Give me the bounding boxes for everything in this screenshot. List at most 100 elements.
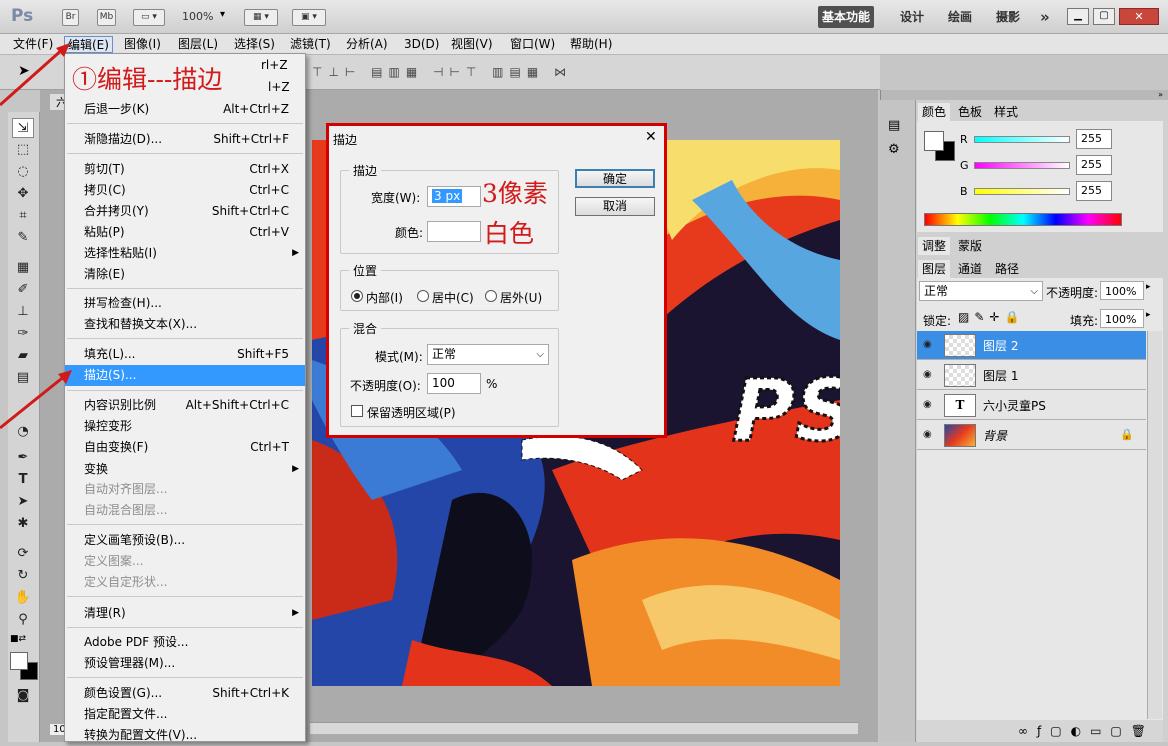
quick-mask-icon[interactable]: ◙ [12, 686, 34, 706]
annotation-width-note: 3像素 [482, 179, 548, 208]
r-value[interactable]: 255 [1076, 129, 1112, 149]
hand-tool-icon[interactable]: ✋ [12, 588, 34, 608]
3d-orbit-tool-icon[interactable]: ↻ [12, 566, 34, 586]
opacity-arrow-icon[interactable]: ▸ [1146, 282, 1151, 292]
close-window-button[interactable]: ✕ [1119, 8, 1159, 25]
arrange-documents-button[interactable]: ▦ ▾ [244, 9, 278, 26]
tab-layers[interactable]: 图层 [918, 260, 951, 278]
outside-radio[interactable] [485, 290, 497, 302]
type-tool-icon[interactable]: T [12, 470, 34, 490]
tab-channels[interactable]: 通道 [954, 260, 986, 278]
layer-opacity-input[interactable]: 100% [1100, 281, 1144, 300]
visibility-eye-icon[interactable]: ◉ [923, 430, 935, 440]
horizontal-scrollbar[interactable] [310, 722, 858, 734]
r-slider[interactable] [974, 136, 1070, 143]
layers-footer-icons[interactable]: ∞ƒ▢◐▭▢🗑 [917, 720, 1163, 742]
inside-label[interactable]: 内部(I) [366, 289, 403, 306]
properties-panel-icon[interactable]: ⚙ [888, 142, 900, 157]
ok-button[interactable]: 确定 [575, 169, 655, 188]
zoom-tool-icon[interactable]: ⚲ [12, 610, 34, 630]
center-label[interactable]: 居中(C) [432, 289, 474, 306]
menu-separator [67, 524, 303, 525]
menu-convert-profile[interactable]: 转换为配置文件(V)... [65, 725, 305, 746]
menu-view[interactable]: 视图(V) [448, 36, 496, 53]
dialog-close-icon[interactable]: ✕ [645, 129, 657, 145]
menu-layer[interactable]: 图层(L) [175, 36, 221, 53]
menu-analysis[interactable]: 分析(A) [343, 36, 391, 53]
opacity-input[interactable]: 100 [427, 373, 481, 394]
item-label: 定义画笔预设(B)... [84, 533, 186, 547]
zoom-dropdown-icon[interactable]: ▾ [220, 9, 225, 20]
menu-purge[interactable]: 清理(R) ▶ [65, 603, 305, 624]
menu-help[interactable]: 帮助(H) [567, 36, 615, 53]
tab-adjustments[interactable]: 调整 [918, 237, 951, 255]
submenu-arrow-icon: ▶ [292, 248, 299, 258]
default-colors-icon[interactable]: ■⇄ [10, 634, 26, 644]
layer-row-layer1[interactable]: ◉ 图层 1 [917, 361, 1146, 390]
menu-free-transform[interactable]: 自由变换(F) Ctrl+T [65, 437, 305, 458]
width-input[interactable]: 3 px [427, 186, 481, 207]
menu-assign-profile[interactable]: 指定配置文件... [65, 704, 305, 725]
panel-collapse-bar[interactable]: » [881, 90, 1168, 100]
tab-masks[interactable]: 蒙版 [954, 237, 986, 255]
layer-row-background[interactable]: ◉ 背景 🔒 [917, 421, 1146, 450]
menu-3d[interactable]: 3D(D) [401, 36, 442, 53]
minimize-button[interactable]: ▁ [1067, 8, 1089, 25]
more-workspaces-icon[interactable]: » [1036, 6, 1054, 28]
menu-image[interactable]: 图像(I) [121, 36, 164, 53]
pen-tool-icon[interactable]: ✒ [12, 448, 34, 468]
history-panel-icon[interactable]: ▤ [888, 118, 900, 133]
workspace-painting[interactable]: 绘画 [944, 6, 976, 28]
blend-mode-select[interactable]: 正常 ⌵ [919, 281, 1043, 301]
cancel-button[interactable]: 取消 [575, 197, 655, 216]
preserve-transparency-checkbox[interactable] [351, 405, 363, 417]
workspace-essentials[interactable]: 基本功能 [818, 6, 875, 28]
outside-label[interactable]: 居外(U) [500, 289, 542, 306]
menu-transform[interactable]: 变换 ▶ [65, 459, 305, 480]
menu-window[interactable]: 窗口(W) [507, 36, 558, 53]
color-fg-swatch[interactable] [924, 131, 944, 151]
shape-tool-icon[interactable]: ✱ [12, 514, 34, 534]
view-extras-button[interactable]: ▭ ▾ [133, 9, 165, 26]
layer-row-text[interactable]: ◉ T 六小灵童PS [917, 391, 1146, 420]
menu-filter[interactable]: 滤镜(T) [287, 36, 334, 53]
color-spectrum-bar[interactable] [924, 213, 1122, 226]
tab-swatches[interactable]: 色板 [954, 103, 986, 121]
layers-scrollbar[interactable] [1147, 331, 1162, 719]
g-slider[interactable] [974, 162, 1070, 169]
b-value[interactable]: 255 [1076, 181, 1112, 201]
tab-styles[interactable]: 样式 [990, 103, 1022, 121]
zoom-level[interactable]: 100% [182, 10, 213, 23]
opacity-unit: % [486, 377, 498, 391]
align-icons[interactable]: ⊤⊥⊢ ▤▥▦ ⊣⊢⊤ ▥▤▦ ⋈ [312, 65, 572, 79]
restore-button[interactable]: ▢ [1093, 8, 1115, 25]
visibility-eye-icon[interactable]: ◉ [923, 400, 935, 410]
menu-define-brush[interactable]: 定义画笔预设(B)... [65, 530, 305, 551]
3d-rotate-tool-icon[interactable]: ⟳ [12, 544, 34, 564]
tab-color[interactable]: 颜色 [918, 103, 951, 121]
path-selection-tool-icon[interactable]: ➤ [12, 492, 34, 512]
lock-icons[interactable]: ▨✎✛🔒 [958, 310, 1024, 324]
b-slider[interactable] [974, 188, 1070, 195]
tab-paths[interactable]: 路径 [991, 260, 1023, 278]
g-value[interactable]: 255 [1076, 155, 1112, 175]
foreground-color-swatch[interactable] [10, 652, 28, 670]
layer-row-layer2[interactable]: ◉ 图层 2 [917, 331, 1146, 360]
screen-mode-button[interactable]: ▣ ▾ [292, 9, 326, 26]
fill-input[interactable]: 100% [1100, 309, 1144, 328]
mode-select[interactable]: 正常 ⌵ [427, 344, 549, 365]
menu-color-settings[interactable]: 颜色设置(G)... Shift+Ctrl+K [65, 683, 305, 704]
menu-preset-manager[interactable]: 预设管理器(M)... [65, 653, 305, 674]
workspace-photography[interactable]: 摄影 [992, 6, 1024, 28]
visibility-eye-icon[interactable]: ◉ [923, 370, 935, 380]
workspace-design[interactable]: 设计 [896, 6, 928, 28]
visibility-eye-icon[interactable]: ◉ [923, 340, 935, 350]
fill-arrow-icon[interactable]: ▸ [1146, 310, 1151, 320]
inside-radio[interactable] [351, 290, 363, 302]
menu-bar: 文件(F) 编辑(E) 图像(I) 图层(L) 选择(S) 滤镜(T) 分析(A… [0, 34, 1168, 55]
menu-adobe-pdf-presets[interactable]: Adobe PDF 预设... [65, 632, 305, 653]
center-radio[interactable] [417, 290, 429, 302]
color-swatch[interactable] [427, 221, 481, 242]
preserve-transparency-label[interactable]: 保留透明区域(P) [367, 404, 456, 421]
menu-select[interactable]: 选择(S) [231, 36, 278, 53]
